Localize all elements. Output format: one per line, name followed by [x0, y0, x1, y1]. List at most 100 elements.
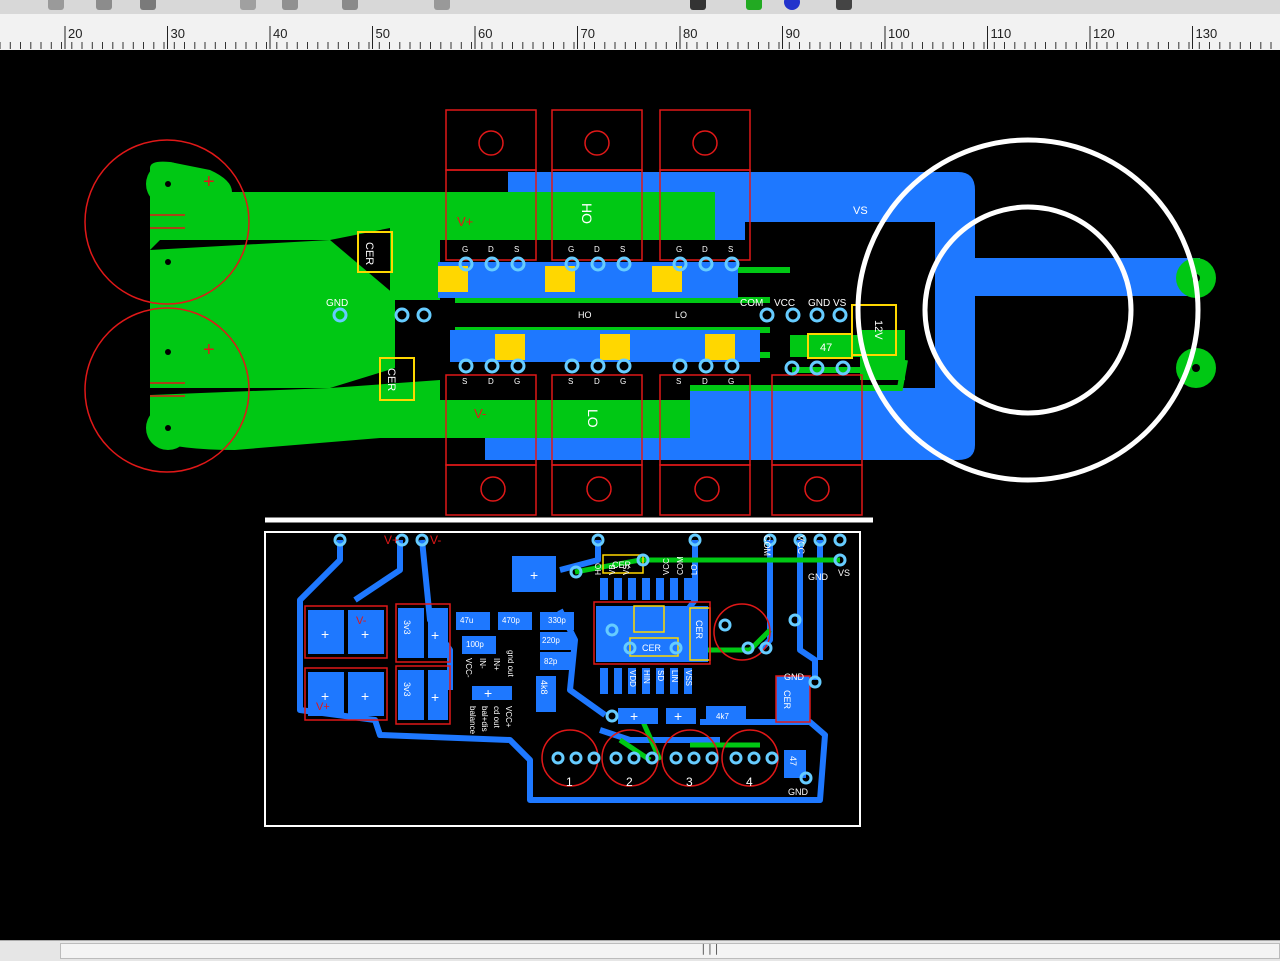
redo-icon[interactable]: [96, 0, 112, 10]
svg-text:VS: VS: [622, 564, 631, 575]
cap-plus-top: +: [203, 171, 215, 193]
label-vs-top: VS: [853, 205, 868, 217]
add-icon[interactable]: [746, 0, 762, 10]
svg-text:4: 4: [746, 775, 753, 789]
svg-text:COM: COM: [762, 535, 772, 556]
pcb-canvas[interactable]: + + GND COM VCC GND VS VS HO LO V+ V- HO…: [0, 50, 1280, 940]
component-icon[interactable]: [434, 0, 450, 10]
ruler-label: 130: [1196, 26, 1218, 41]
label-cer-2: CER: [385, 368, 397, 391]
svg-text:220p: 220p: [542, 636, 560, 645]
scrollbar-thumb[interactable]: [60, 943, 1280, 959]
svg-text:3v3: 3v3: [402, 620, 412, 635]
svg-text:VCC: VCC: [796, 535, 806, 555]
svg-text:GND: GND: [788, 787, 809, 797]
rotate-icon[interactable]: [342, 0, 358, 10]
svg-text:VCC-: VCC-: [464, 658, 473, 678]
svg-text:LIN: LIN: [670, 670, 679, 683]
paste-icon[interactable]: [240, 0, 256, 10]
ruler-label: 30: [171, 26, 185, 41]
svg-text:D: D: [594, 245, 600, 254]
svg-text:+: +: [321, 626, 329, 642]
label-com: COM: [740, 298, 763, 309]
svg-text:S: S: [514, 245, 519, 254]
svg-text:330p: 330p: [548, 616, 566, 625]
svg-text:G: G: [462, 245, 468, 254]
svg-text:VDD: VDD: [628, 670, 637, 687]
svg-text:cd out: cd out: [492, 706, 501, 729]
svg-text:4k7: 4k7: [716, 712, 729, 721]
svg-text:CER: CER: [642, 643, 662, 653]
svg-text:D: D: [702, 245, 708, 254]
svg-text:+: +: [484, 685, 492, 701]
svg-text:S: S: [676, 377, 681, 386]
ruler-label: 70: [581, 26, 595, 41]
horizontal-ruler: 20 30 40 50 60 70 80 90 100 110 120 130: [0, 14, 1280, 51]
label-v-minus: V-: [474, 406, 486, 421]
svg-text:S: S: [620, 245, 625, 254]
svg-text:G: G: [514, 377, 520, 386]
label-vcc: VCC: [774, 298, 795, 309]
ruler-label: 110: [991, 26, 1012, 41]
svg-text:V-: V-: [430, 533, 441, 547]
svg-text:IN+: IN+: [492, 658, 501, 671]
svg-text:D: D: [594, 377, 600, 386]
zoom-icon[interactable]: [690, 0, 706, 10]
scroll-grip-icon[interactable]: |||: [700, 942, 720, 955]
draw-icon[interactable]: [282, 0, 298, 10]
label-cap-47: 47: [820, 342, 832, 354]
svg-text:S: S: [728, 245, 733, 254]
info-icon[interactable]: [784, 0, 800, 10]
svg-text:3: 3: [686, 775, 693, 789]
svg-text:+: +: [630, 708, 638, 724]
undo-icon[interactable]: [48, 0, 64, 10]
svg-text:47u: 47u: [460, 616, 473, 625]
svg-text:+: +: [431, 689, 439, 705]
svg-text:470p: 470p: [502, 616, 520, 625]
svg-text:COM: COM: [676, 556, 685, 575]
svg-text:82p: 82p: [544, 657, 558, 666]
grid-icon[interactable]: [836, 0, 852, 10]
svg-text:+: +: [674, 708, 682, 724]
svg-text:+: +: [361, 626, 369, 642]
svg-text:G: G: [620, 377, 626, 386]
toolbar: [0, 0, 1280, 14]
svg-text:SD: SD: [656, 670, 665, 681]
svg-text:VCC+: VCC+: [504, 706, 513, 728]
toroid-silkscreen: [855, 137, 1201, 483]
svg-text:+: +: [431, 627, 439, 643]
ruler-label: 120: [1093, 26, 1115, 41]
ruler-label: 80: [683, 26, 697, 41]
svg-text:S: S: [568, 377, 573, 386]
svg-text:bal+dis: bal+dis: [480, 706, 489, 732]
copy-icon[interactable]: [140, 0, 156, 10]
ruler-label: 100: [888, 26, 910, 41]
pcb-layout[interactable]: + + GND COM VCC GND VS VS HO LO V+ V- HO…: [0, 50, 1280, 940]
svg-text:VCC: VCC: [662, 558, 671, 575]
svg-text:G: G: [728, 377, 734, 386]
svg-text:VSS: VSS: [684, 670, 693, 686]
svg-text:100p: 100p: [466, 640, 484, 649]
svg-text:2: 2: [626, 775, 633, 789]
label-gnd: GND: [326, 298, 348, 309]
label-lo-small: LO: [675, 310, 687, 320]
svg-text:V+: V+: [384, 533, 399, 547]
cap-plus-bottom: +: [203, 339, 215, 361]
svg-text:D: D: [488, 245, 494, 254]
label-v-plus: V+: [457, 214, 473, 229]
label-lo-big: LO: [585, 409, 601, 428]
svg-text:1: 1: [566, 775, 573, 789]
ruler-label: 90: [786, 26, 800, 41]
ruler-label: 40: [273, 26, 287, 41]
svg-text:IN-: IN-: [478, 658, 487, 669]
horizontal-scrollbar[interactable]: |||: [0, 940, 1280, 961]
svg-text:4k8: 4k8: [539, 680, 549, 695]
svg-text:HO: HO: [594, 563, 603, 575]
svg-text:G: G: [676, 245, 682, 254]
label-gnd-2: GND: [808, 298, 830, 309]
svg-text:+: +: [530, 567, 538, 583]
svg-text:D: D: [488, 377, 494, 386]
svg-text:VB: VB: [608, 564, 617, 575]
ruler-scale: 20 30 40 50 60 70 80 90 100 110 120 130: [0, 26, 1272, 49]
svg-text:D: D: [702, 377, 708, 386]
